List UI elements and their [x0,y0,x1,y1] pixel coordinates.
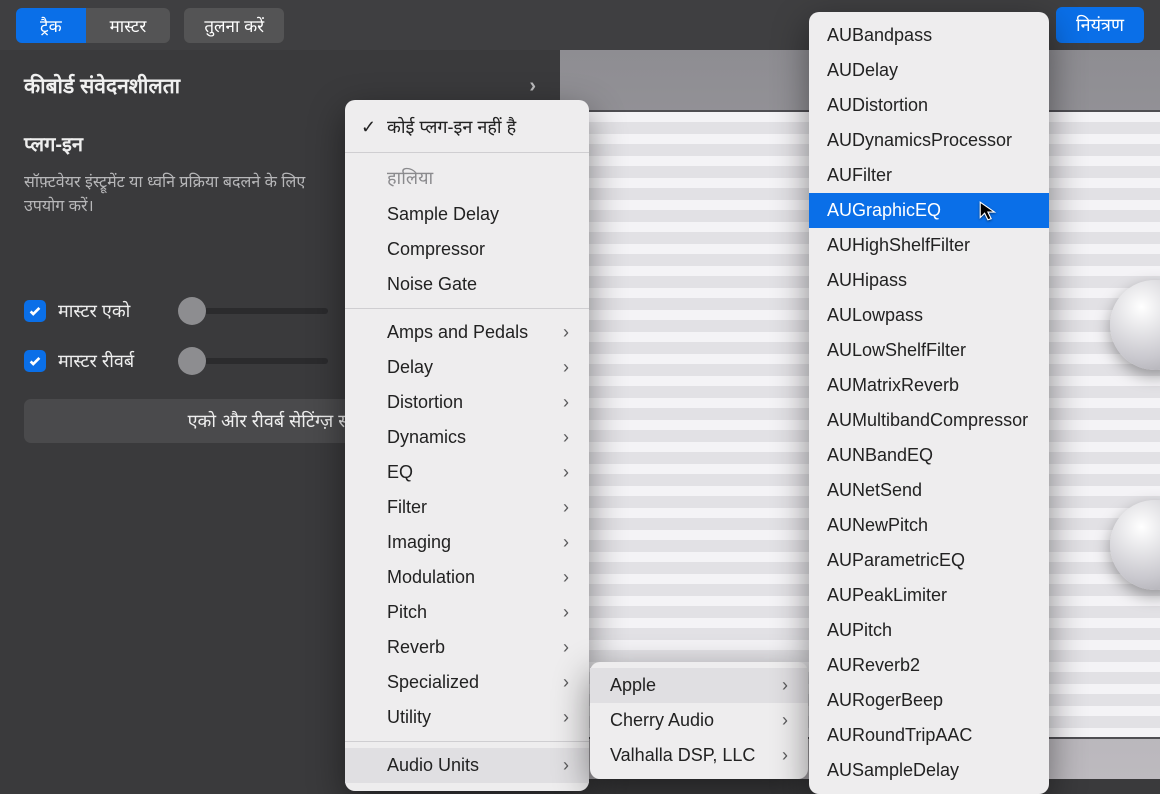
menu-item-au-plugin[interactable]: AUNBandEQ [809,438,1049,473]
menu-item-au-plugin[interactable]: AUDistortion [809,88,1049,123]
menu-separator [345,741,589,742]
keyboard-sensitivity-row[interactable]: कीबोर्ड संवेदनशीलता › [24,72,536,100]
check-icon [28,304,42,318]
knob-icon [1110,500,1160,590]
menu-item-recent[interactable]: Noise Gate [345,267,589,302]
chevron-right-icon: › [563,497,569,518]
menu-item-au-plugin[interactable]: AULowShelfFilter [809,333,1049,368]
menu-item-category[interactable]: Imaging› [345,525,589,560]
menu-item-category[interactable]: Modulation› [345,560,589,595]
menu-item-au-plugin[interactable]: AUDelay [809,53,1049,88]
menu-item-vendor[interactable]: Valhalla DSP, LLC› [590,738,808,773]
chevron-right-icon: › [563,602,569,623]
menu-item-recent[interactable]: Compressor [345,232,589,267]
menu-item-category[interactable]: Amps and Pedals› [345,315,589,350]
master-reverb-slider[interactable] [178,358,328,364]
menu-item-au-plugin[interactable]: AUGraphicEQ [809,193,1049,228]
master-echo-slider[interactable] [178,308,328,314]
menu-item-category[interactable]: Specialized› [345,665,589,700]
chevron-right-icon: › [563,462,569,483]
chevron-right-icon: › [563,637,569,658]
menu-item-au-plugin[interactable]: AURoundTripAAC [809,718,1049,753]
menu-item-au-plugin[interactable]: AUPitch [809,613,1049,648]
chevron-right-icon: › [563,532,569,553]
menu-item-audio-units[interactable]: Audio Units› [345,748,589,783]
menu-separator [345,152,589,153]
menu-item-recent[interactable]: Sample Delay [345,197,589,232]
menu-item-au-plugin[interactable]: AUNewPitch [809,508,1049,543]
compare-button[interactable]: तुलना करें [184,8,284,43]
menu-item-category[interactable]: Utility› [345,700,589,735]
slider-thumb[interactable] [178,297,206,325]
menu-item-au-plugin[interactable]: AUNetSend [809,473,1049,508]
chevron-right-icon: › [563,567,569,588]
control-button[interactable]: नियंत्रण [1056,7,1144,43]
menu-item-vendor[interactable]: Cherry Audio› [590,703,808,738]
menu-item-vendor[interactable]: Apple› [590,668,808,703]
chevron-right-icon: › [563,357,569,378]
menu-item-au-plugin[interactable]: AUSampleDelay [809,753,1049,788]
chevron-right-icon: › [563,707,569,728]
master-echo-checkbox[interactable] [24,300,46,322]
menu-item-au-plugin[interactable]: AUReverb2 [809,648,1049,683]
vendor-submenu: Apple› Cherry Audio› Valhalla DSP, LLC› [590,662,808,779]
menu-item-category[interactable]: Delay› [345,350,589,385]
menu-item-category[interactable]: Distortion› [345,385,589,420]
menu-item-au-plugin[interactable]: AULowpass [809,298,1049,333]
chevron-right-icon: › [563,322,569,343]
chevron-right-icon: › [563,392,569,413]
keyboard-sensitivity-label: कीबोर्ड संवेदनशीलता [24,72,180,100]
menu-item-au-plugin[interactable]: AUHipass [809,263,1049,298]
menu-item-au-plugin[interactable]: AUMultibandCompressor [809,403,1049,438]
cursor-icon [978,200,1000,222]
knob-icon [1110,280,1160,370]
menu-item-au-plugin[interactable]: AUDynamicsProcessor [809,123,1049,158]
menu-item-au-plugin[interactable]: AUHighShelfFilter [809,228,1049,263]
menu-header-recent: हालिया [345,159,589,197]
menu-item-category[interactable]: Reverb› [345,630,589,665]
plugin-menu: कोई प्लग-इन नहीं है हालिया Sample Delay … [345,100,589,791]
menu-item-au-plugin[interactable]: AUBandpass [809,18,1049,53]
menu-item-category[interactable]: Pitch› [345,595,589,630]
menu-item-au-plugin[interactable]: AURogerBeep [809,683,1049,718]
master-reverb-checkbox[interactable] [24,350,46,372]
chevron-right-icon: › [529,75,536,98]
menu-item-category[interactable]: Filter› [345,490,589,525]
plugins-hint: सॉफ़्टवेयर इंस्ट्रूमेंट या ध्वनि प्रक्रि… [24,171,344,219]
tab-master[interactable]: मास्टर [86,8,171,43]
menu-item-au-plugin[interactable]: AUPeakLimiter [809,578,1049,613]
menu-item-no-plugin[interactable]: कोई प्लग-इन नहीं है [345,108,589,146]
chevron-right-icon: › [782,745,788,766]
chevron-right-icon: › [782,710,788,731]
slider-thumb[interactable] [178,347,206,375]
master-echo-label: मास्टर एको [58,299,178,323]
menu-item-category[interactable]: Dynamics› [345,420,589,455]
tab-track[interactable]: ट्रैक [16,8,86,43]
master-reverb-label: मास्टर रीवर्ब [58,349,178,373]
menu-item-au-plugin[interactable]: AUFilter [809,158,1049,193]
check-icon [28,354,42,368]
track-master-segment: ट्रैक मास्टर [16,8,170,43]
chevron-right-icon: › [563,427,569,448]
menu-item-au-plugin[interactable]: AUParametricEQ [809,543,1049,578]
chevron-right-icon: › [563,672,569,693]
menu-item-au-plugin[interactable]: AUMatrixReverb [809,368,1049,403]
menu-separator [345,308,589,309]
menu-item-category[interactable]: EQ› [345,455,589,490]
au-plugin-submenu: AUBandpassAUDelayAUDistortionAUDynamicsP… [809,12,1049,794]
chevron-right-icon: › [782,675,788,696]
chevron-right-icon: › [563,755,569,776]
